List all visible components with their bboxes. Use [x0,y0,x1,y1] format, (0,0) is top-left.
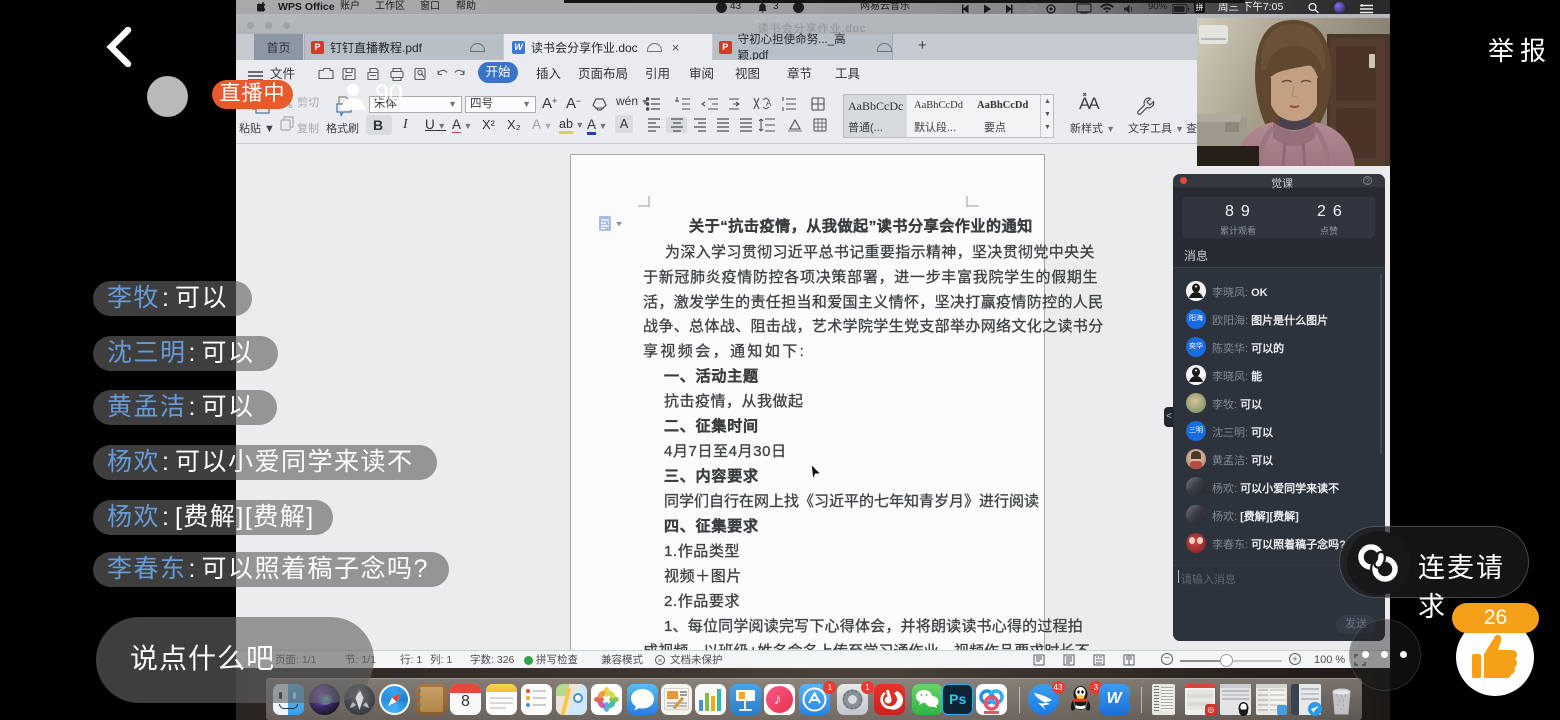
svg-text:A: A [766,99,772,108]
